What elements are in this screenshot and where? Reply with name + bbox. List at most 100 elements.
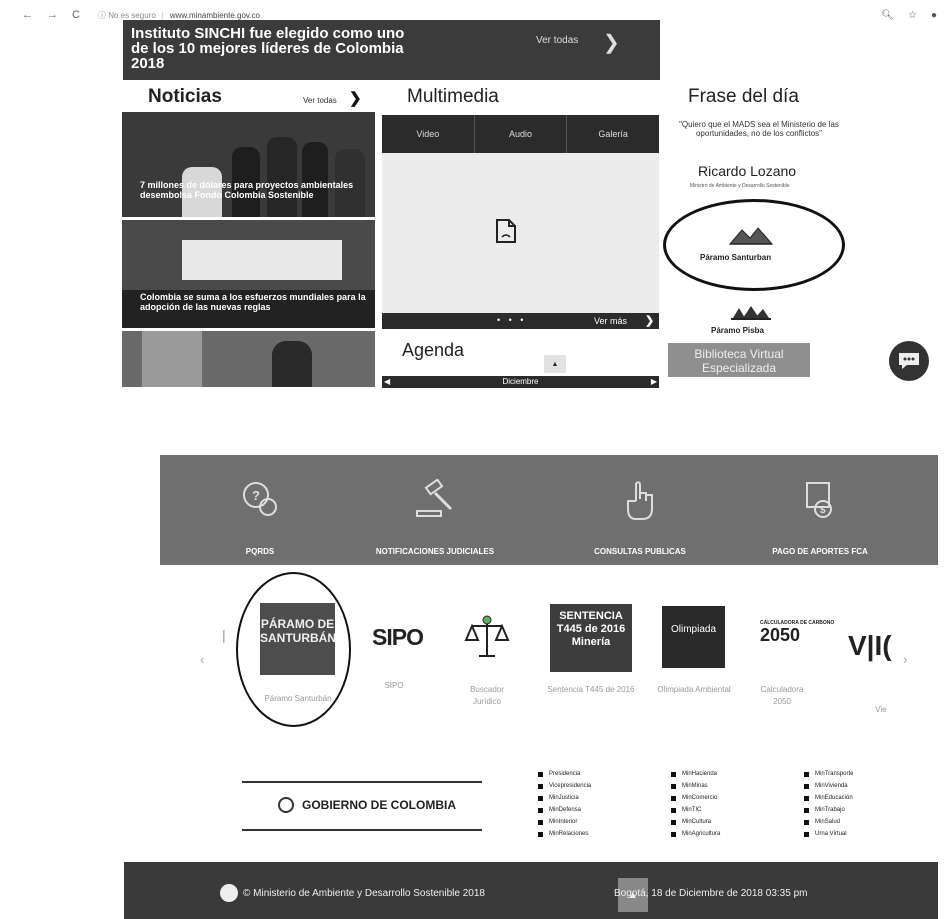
service-label: PQRDS — [245, 547, 275, 556]
paramo-pisba-link[interactable]: Páramo Pisba — [711, 326, 764, 335]
service-label: CONSULTAS PUBLICAS — [594, 547, 686, 556]
multimedia-chevron-icon[interactable]: ❯ — [645, 314, 654, 327]
sentencia-image[interactable]: SENTENCIA T445 de 2016 Minería — [550, 604, 632, 672]
carousel-prev-button[interactable]: ‹ — [200, 651, 205, 667]
tab-audio[interactable]: Audio — [475, 115, 568, 153]
gov-link[interactable]: MinMinas — [671, 780, 720, 792]
paramo-pisba-icon — [731, 306, 771, 320]
browser-actions: 🔍︎ ☆ ● — [881, 10, 937, 21]
gov-link[interactable]: MinCultura — [671, 816, 720, 828]
multimedia-viewer[interactable] — [382, 153, 659, 313]
chat-question-icon: ? — [243, 482, 277, 516]
back-icon[interactable]: ← — [22, 9, 33, 21]
star-icon[interactable]: ☆ — [908, 10, 917, 21]
gov-link[interactable]: MinSalud — [804, 816, 853, 828]
gov-link[interactable]: Vicepresidencia — [538, 780, 591, 792]
hero-link[interactable]: Ver todas — [536, 35, 578, 46]
paramo-santurban-link[interactable]: Páramo Santurban — [700, 253, 771, 262]
sipo-logo[interactable]: SIPO — [372, 624, 424, 651]
calculadora-logo[interactable]: CALCULADORA DE CARBONO 2050 — [760, 620, 834, 644]
gobierno-logo[interactable]: GOBIERNO DE COLOMBIA — [278, 797, 456, 813]
multimedia-more[interactable]: Ver más — [594, 316, 627, 326]
calendar-prev-icon[interactable]: ◀ — [384, 376, 390, 388]
hero-banner[interactable]: Instituto SINCHI fue elegido como uno de… — [123, 20, 660, 80]
gov-link[interactable]: MinDefensa — [538, 804, 591, 816]
gov-link[interactable]: MinHacienda — [671, 768, 720, 780]
colombia-seal-icon — [278, 797, 294, 813]
forward-icon[interactable]: → — [47, 9, 58, 21]
agenda-heading: Agenda — [402, 340, 465, 360]
calendar-month: Diciembre — [502, 377, 539, 386]
footer-copyright: © Ministerio de Ambiente y Desarrollo So… — [220, 884, 485, 902]
account-icon[interactable]: ● — [931, 10, 937, 21]
frase-author: Ricardo Lozano — [698, 163, 797, 179]
service-pqrds[interactable]: ? PQRDS — [200, 455, 320, 565]
calendar-next-icon[interactable]: ▶ — [651, 376, 657, 388]
payment-icon: $ — [806, 482, 832, 518]
address-bar[interactable]: ⓘ No es seguro | www.minambiente.gov.co — [98, 10, 260, 21]
gobierno-label: GOBIERNO DE COLOMBIA — [302, 798, 457, 812]
news-item[interactable]: 7 millones de dólares para proyectos amb… — [122, 112, 375, 217]
scales-icon[interactable] — [462, 612, 512, 660]
news-chevron-icon[interactable]: ❯ — [349, 89, 362, 107]
service-label: PAGO DE APORTES FCA — [772, 547, 868, 556]
frase-quote: "Quiero que el MADS sea el Ministerio de… — [679, 120, 839, 138]
gov-link[interactable]: MinRelaciones — [538, 828, 591, 840]
gov-links-col1: Presidencia Vicepresidencia MinJusticia … — [538, 768, 591, 840]
service-notificaciones[interactable]: NOTIFICACIONES JUDICIALES — [350, 455, 520, 565]
carousel-dots[interactable]: • • • — [497, 315, 526, 325]
url-text: www.minambiente.gov.co — [169, 10, 260, 20]
gov-link[interactable]: MinVivienda — [804, 780, 853, 792]
hero-title: Instituto SINCHI fue elegido como uno de… — [131, 25, 405, 72]
svg-text:?: ? — [252, 488, 260, 503]
gov-link[interactable]: MinTrabajo — [804, 804, 853, 816]
gov-link[interactable]: MinInterior — [538, 816, 591, 828]
agenda-up-button[interactable]: ▲ — [544, 355, 566, 373]
calendar-header: ◀ Diciembre ▶ — [382, 376, 659, 388]
carousel-divider: | — [222, 627, 226, 643]
chat-icon — [899, 353, 919, 369]
olimpiada-image[interactable]: Olimpiada — [662, 606, 725, 668]
gov-link[interactable]: MinEducación — [804, 792, 853, 804]
santurban-image[interactable]: PÁRAMO DE SANTURBÁN — [260, 603, 336, 675]
gov-link[interactable]: MinTransporte — [804, 768, 853, 780]
gov-link[interactable]: Presidencia — [538, 768, 591, 780]
gov-link[interactable]: MinComercio — [671, 792, 720, 804]
divider — [242, 781, 482, 783]
reload-icon[interactable]: C — [72, 9, 80, 21]
news-view-all[interactable]: Ver todas — [303, 96, 337, 105]
carousel-label[interactable]: SIPO — [374, 680, 414, 692]
carousel-next-button[interactable]: › — [903, 651, 908, 667]
gov-link[interactable]: MinTIC — [671, 804, 720, 816]
gov-link[interactable]: Urna Virtual — [804, 828, 853, 840]
gov-link[interactable]: MinAgricultura — [671, 828, 720, 840]
multimedia-heading: Multimedia — [407, 86, 499, 107]
gov-link[interactable]: MinJusticia — [538, 792, 591, 804]
carousel-label[interactable]: Páramo Santurbán — [258, 693, 338, 705]
carousel-label[interactable]: Olimpiada Ambiental — [656, 684, 732, 696]
vie-logo[interactable]: V|I( — [848, 630, 892, 662]
biblioteca-virtual-banner[interactable]: Biblioteca Virtual Especializada — [668, 343, 810, 377]
hand-pointer-icon — [627, 481, 653, 520]
tab-galeria[interactable]: Galería — [567, 115, 659, 153]
news-caption: Colombia se suma a los esfuerzos mundial… — [140, 292, 366, 312]
copyright-text: © Ministerio de Ambiente y Desarrollo So… — [243, 887, 485, 899]
news-item[interactable] — [122, 331, 375, 387]
mountain-icon — [728, 227, 774, 245]
divider — [242, 829, 482, 831]
service-pago-aportes[interactable]: $ PAGO DE APORTES FCA — [745, 455, 895, 565]
news-item[interactable]: Colombia se suma a los esfuerzos mundial… — [122, 220, 375, 328]
gov-links-col2: MinHacienda MinMinas MinComercio MinTIC … — [671, 768, 720, 840]
zoom-icon[interactable]: 🔍︎ — [881, 10, 894, 21]
service-consultas[interactable]: CONSULTAS PUBLICAS — [565, 455, 715, 565]
carousel-label[interactable]: Calculadora 2050 — [752, 684, 812, 708]
carousel-label[interactable]: Vie — [866, 704, 896, 716]
carousel-label[interactable]: Buscador Jurídico — [455, 684, 519, 708]
hero-arrow-icon[interactable]: ❯ — [603, 30, 620, 55]
tab-video[interactable]: Video — [382, 115, 475, 153]
info-icon: ⓘ — [97, 10, 106, 20]
security-label: No es seguro — [108, 10, 156, 20]
chat-button[interactable] — [889, 341, 929, 381]
carousel-label[interactable]: Sentencia T445 de 2016 — [546, 684, 636, 696]
services-band: ? PQRDS NOTIFICACIONES JUDICIALES CONSUL… — [160, 455, 938, 565]
